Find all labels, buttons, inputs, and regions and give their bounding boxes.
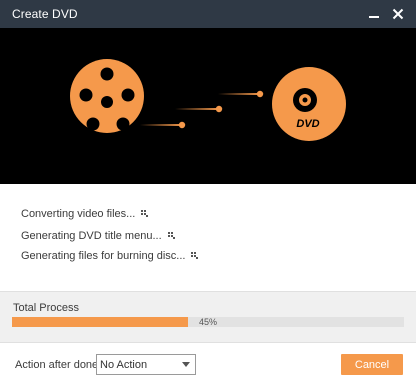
select-value: No Action <box>100 358 148 371</box>
minimize-icon <box>369 16 379 18</box>
progress-label: Total Process <box>13 302 80 314</box>
step-item: Converting video files... <box>21 208 149 220</box>
progress-dots-icon <box>141 208 149 220</box>
dialog-footer: Action after done: No Action Cancel <box>0 343 416 384</box>
step-label: Converting video files... <box>21 208 136 220</box>
total-progress-section: Total Process 45% <box>0 292 416 342</box>
step-label: Generating DVD title menu... <box>21 230 162 242</box>
step-label: Generating files for burning disc... <box>21 250 186 262</box>
progress-dots-icon <box>191 250 199 262</box>
dvd-disc-icon: DVD <box>272 67 346 141</box>
action-after-done-label: Action after done: <box>15 359 102 371</box>
conversion-banner: DVD <box>0 28 416 184</box>
window-title: Create DVD <box>12 7 78 21</box>
step-item: Generating DVD title menu... <box>21 230 175 242</box>
title-bar: Create DVD <box>0 0 416 28</box>
close-icon <box>392 8 404 20</box>
progress-percent: 45% <box>198 317 217 327</box>
close-button[interactable] <box>386 0 410 28</box>
progress-bar: 45% <box>12 317 404 327</box>
film-reel-icon <box>70 59 144 133</box>
minimize-button[interactable] <box>362 0 386 28</box>
step-item: Generating files for burning disc... <box>21 250 199 262</box>
action-after-done-select[interactable]: No Action <box>96 354 196 375</box>
dvd-label: DVD <box>296 118 319 130</box>
progress-dots-icon <box>167 230 175 242</box>
create-dvd-dialog: Create DVD DVD Converting video files...… <box>0 0 416 384</box>
cancel-button[interactable]: Cancel <box>341 354 403 375</box>
transfer-lines <box>140 90 264 129</box>
chevron-down-icon <box>182 362 190 367</box>
step-list: Converting video files... Generating DVD… <box>0 184 416 290</box>
